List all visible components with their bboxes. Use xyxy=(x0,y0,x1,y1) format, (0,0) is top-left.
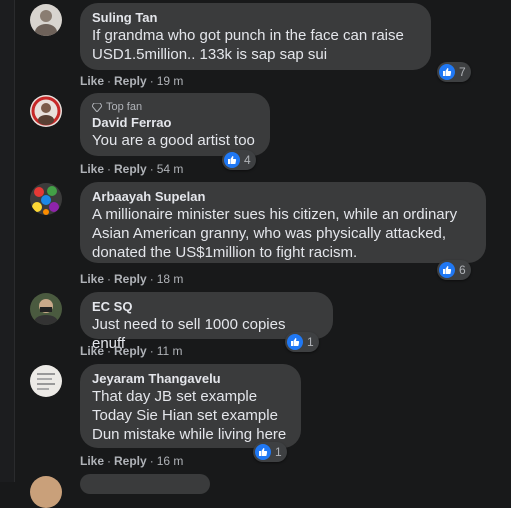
next-comment-bubble xyxy=(80,474,210,494)
like-button[interactable]: Like xyxy=(80,344,104,358)
comment-bubble: Suling Tan If grandma who got punch in t… xyxy=(80,3,431,70)
avatar-document-icon xyxy=(37,373,55,390)
reply-button[interactable]: Reply xyxy=(114,454,147,468)
reaction-count[interactable]: 4 xyxy=(222,150,256,170)
comment-text: That day JB set example Today Sie Hian s… xyxy=(92,388,287,443)
avatar-portrait-icon xyxy=(35,10,57,36)
reply-button[interactable]: Reply xyxy=(114,344,147,358)
like-button[interactable]: Like xyxy=(80,272,104,286)
avatar[interactable] xyxy=(30,365,62,397)
like-button[interactable]: Like xyxy=(80,454,104,468)
comment-text: If grandma who got punch in the face can… xyxy=(92,27,404,63)
reply-button[interactable]: Reply xyxy=(114,272,147,286)
timestamp[interactable]: 19 m xyxy=(157,74,184,88)
comment-actions: Like · Reply · 54 m xyxy=(80,162,184,176)
next-comment-avatar[interactable] xyxy=(30,476,62,508)
top-fan-badge: Top fan xyxy=(92,100,258,114)
reply-button[interactable]: Reply xyxy=(114,74,147,88)
timestamp[interactable]: 54 m xyxy=(157,162,184,176)
comment-bubble: Top fan David Ferrao You are a good arti… xyxy=(80,93,270,156)
reaction-count[interactable]: 1 xyxy=(285,332,319,352)
comment-actions: Like · Reply · 16 m xyxy=(80,454,184,468)
comment-author[interactable]: Arbaayah Supelan xyxy=(92,189,474,205)
avatar[interactable] xyxy=(30,95,62,127)
avatar[interactable] xyxy=(30,183,62,215)
avatar-pattern-icon xyxy=(32,186,59,215)
thumbs-up-icon xyxy=(224,152,240,168)
reaction-count[interactable]: 7 xyxy=(437,62,471,82)
comment-actions: Like · Reply · 18 m xyxy=(80,272,184,286)
like-button[interactable]: Like xyxy=(80,74,104,88)
comment-author[interactable]: Jeyaram Thangavelu xyxy=(92,371,289,387)
diamond-icon xyxy=(92,102,102,112)
comment-bubble: Arbaayah Supelan A millionaire minister … xyxy=(80,182,486,263)
reaction-count[interactable]: 1 xyxy=(253,442,287,462)
comment-bubble: Jeyaram Thangavelu That day JB set examp… xyxy=(80,364,301,448)
timestamp[interactable]: 18 m xyxy=(157,272,184,286)
thumbs-up-icon xyxy=(439,64,455,80)
comment-actions: Like · Reply · 11 m xyxy=(80,344,183,358)
comment-author[interactable]: Suling Tan xyxy=(92,10,419,26)
timestamp[interactable]: 11 m xyxy=(157,344,183,358)
reaction-count[interactable]: 6 xyxy=(437,260,471,280)
like-button[interactable]: Like xyxy=(80,162,104,176)
comment-author[interactable]: EC SQ xyxy=(92,299,321,315)
timestamp[interactable]: 16 m xyxy=(157,454,184,468)
reply-button[interactable]: Reply xyxy=(114,162,147,176)
avatar[interactable] xyxy=(30,293,62,325)
comment-text: A millionaire minister sues his citizen,… xyxy=(92,206,458,261)
thumbs-up-icon xyxy=(439,262,455,278)
thumbs-up-icon xyxy=(255,444,271,460)
left-rail xyxy=(0,0,15,482)
comment-author[interactable]: David Ferrao xyxy=(92,115,258,131)
avatar-portrait-icon xyxy=(34,299,58,325)
comment-actions: Like · Reply · 19 m xyxy=(80,74,184,88)
comment-text: You are a good artist too xyxy=(92,132,255,149)
thumbs-up-icon xyxy=(287,334,303,350)
avatar-portrait-icon xyxy=(31,96,61,126)
avatar[interactable] xyxy=(30,4,62,36)
